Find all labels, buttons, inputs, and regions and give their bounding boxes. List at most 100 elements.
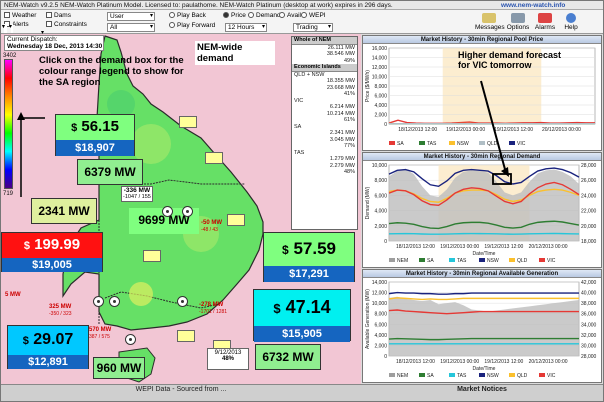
hours-select[interactable]: 12 Hours xyxy=(225,23,267,32)
legend-swatch xyxy=(419,258,425,262)
y-axis-label: Demand (MW) xyxy=(365,186,371,219)
basslink-flow-sub: 387 / 575 xyxy=(89,334,110,340)
demand-chart: 0 2,000 4,000 6,000 8,000 10,000 18,000 20,000 2… xyxy=(365,163,597,264)
nem-wide-annotation: NEM-wide demand xyxy=(195,41,275,65)
legend-label: NSW xyxy=(487,373,499,379)
nem-map: Current Dispatch: Wednesday 18 Dec, 2013… xyxy=(1,34,361,384)
legend-swatch xyxy=(389,141,395,145)
legend-swatch xyxy=(479,141,485,145)
avail-toggle[interactable]: Avail xyxy=(279,12,301,20)
weather-tile[interactable] xyxy=(179,116,197,128)
legend-swatch xyxy=(509,258,515,262)
sa-demand-box[interactable]: 2341 MW xyxy=(31,198,97,224)
legend-label: NSW xyxy=(457,141,469,147)
y2-tick-label: 28,000 xyxy=(581,354,597,360)
legend-max: 3402 xyxy=(3,53,17,59)
economic-islands-header: Economic Islands xyxy=(292,64,357,72)
y2-tick-label: 34,000 xyxy=(581,322,597,328)
demand-chart-window[interactable]: Market History - 30min Regional Demand 0… xyxy=(362,152,602,268)
vic-forecast-annotation: Higher demand forecast for VIC tomorrow xyxy=(458,50,562,70)
tas-price: $ 29.07 xyxy=(22,331,74,348)
tas-demand-box[interactable]: 960 MW xyxy=(93,357,145,379)
legend-label: TAS xyxy=(427,141,437,147)
help-icon xyxy=(566,13,576,23)
play-back-button[interactable]: Play Back xyxy=(169,12,206,20)
vic-price-box[interactable]: $ 47.14 $15,905 xyxy=(253,289,351,342)
legend-swatch xyxy=(449,141,455,145)
legend-swatch xyxy=(479,258,485,262)
nem-summary-panel[interactable]: Whole of NEM 26.111 MW 38.546 MW 49% Eco… xyxy=(291,36,358,230)
vic-demand-box[interactable]: 6732 MW xyxy=(255,344,321,370)
messages-button[interactable]: Messages xyxy=(475,13,505,32)
weather-tile[interactable] xyxy=(205,152,223,164)
series-tas-line xyxy=(388,232,580,235)
y2-tick-label: 40,000 xyxy=(581,291,597,297)
legend-label: NSW xyxy=(487,258,499,264)
options-button[interactable]: Options xyxy=(505,13,531,32)
weather-tile[interactable] xyxy=(227,214,245,226)
y-tick-label: 14,000 xyxy=(372,280,388,286)
dams-checkbox[interactable]: Dams xyxy=(46,12,71,20)
qld-price: $ 56.15 xyxy=(71,118,119,135)
heywood-node[interactable] xyxy=(93,296,104,307)
x-axis-label: Date/Time xyxy=(473,251,496,257)
tas-price-box[interactable]: $ 29.07 $12,891 xyxy=(7,325,89,369)
trading-select[interactable]: Trading xyxy=(293,23,333,32)
legend-swatch xyxy=(539,373,545,377)
avail-chart-window[interactable]: Market History - 30min Regional Availabl… xyxy=(362,269,602,383)
x-tick-label: 20/12/2013 00:00 xyxy=(529,359,568,365)
basslink-node[interactable] xyxy=(125,334,136,345)
legend-swatch xyxy=(509,373,515,377)
qni-node[interactable] xyxy=(162,206,173,217)
weather-checkbox[interactable]: Weather xyxy=(4,12,36,20)
y2-tick-label: 42,000 xyxy=(581,280,597,286)
heywood-flow-sub: -350 / 323 xyxy=(49,311,72,317)
y-tick-label: 0 xyxy=(384,122,387,128)
nsw-demand: $17,291 xyxy=(264,266,354,282)
y-tick-label: 8,000 xyxy=(374,178,387,184)
whole-nem-header: Whole of NEM xyxy=(292,37,357,45)
qld-price-box[interactable]: $ 56.15 $18,907 xyxy=(55,114,135,156)
legend-label: NEM xyxy=(397,258,408,264)
wepi-bar[interactable]: WEPI Data - Sourced from ... xyxy=(1,384,361,401)
vic-nsw-flow-sub: -1701 / 1281 xyxy=(199,309,228,315)
nsw-price: $ 57.59 xyxy=(282,239,336,258)
bell-icon xyxy=(538,13,552,23)
weather-tile[interactable] xyxy=(143,250,161,262)
qld-demand-box[interactable]: 6379 MW xyxy=(77,159,143,185)
y-tick-label: 8,000 xyxy=(374,312,387,318)
alarms-button[interactable]: Alarms xyxy=(533,13,557,32)
y-axis-label: Available Generation (MW) xyxy=(365,289,371,349)
mlink-node[interactable] xyxy=(109,296,120,307)
legend-swatch xyxy=(449,373,455,377)
y-tick-label: 10,000 xyxy=(372,301,388,307)
sa-price-box[interactable]: $ 199.99 $19,005 xyxy=(1,232,103,272)
market-notices-bar[interactable]: Market Notices xyxy=(361,384,603,401)
wepi-toggle[interactable]: WEPI xyxy=(301,12,326,20)
y2-tick-label: 28,000 xyxy=(581,163,597,169)
qni-flow-box[interactable]: -336 MW -1047 / 155 xyxy=(121,186,153,202)
play-forward-button[interactable]: Play Forward xyxy=(169,22,215,30)
vic-nsw-node[interactable] xyxy=(177,296,188,307)
y2-tick-label: 26,000 xyxy=(581,178,597,184)
current-dispatch: Current Dispatch: Wednesday 18 Dec, 2013… xyxy=(4,35,104,51)
y2-tick-label: 32,000 xyxy=(581,333,597,339)
qni-node-2[interactable] xyxy=(182,206,193,217)
weather-tile[interactable] xyxy=(177,330,195,342)
demand-toggle[interactable]: Demand xyxy=(248,12,281,20)
user-select[interactable]: User xyxy=(107,12,155,21)
legend-swatch xyxy=(449,258,455,262)
legend-label: VIC xyxy=(517,141,526,147)
y2-tick-label: 18,000 xyxy=(581,239,597,245)
x-tick-label: 19/12/2013 00:00 xyxy=(440,359,479,365)
y-tick-label: 2,000 xyxy=(374,224,387,230)
colour-range-legend[interactable] xyxy=(4,59,13,189)
nsw-price-box[interactable]: $ 57.59 $17,291 xyxy=(263,232,355,282)
price-toggle[interactable]: Price xyxy=(223,12,246,20)
help-button[interactable]: Help xyxy=(561,13,581,32)
y2-tick-label: 20,000 xyxy=(581,224,597,230)
alerts-checkbox[interactable]: Alerts xyxy=(4,21,29,29)
region-select[interactable]: All xyxy=(107,23,155,32)
constraints-checkbox[interactable]: Constraints xyxy=(46,21,87,29)
legend-label: QLD xyxy=(517,258,528,264)
